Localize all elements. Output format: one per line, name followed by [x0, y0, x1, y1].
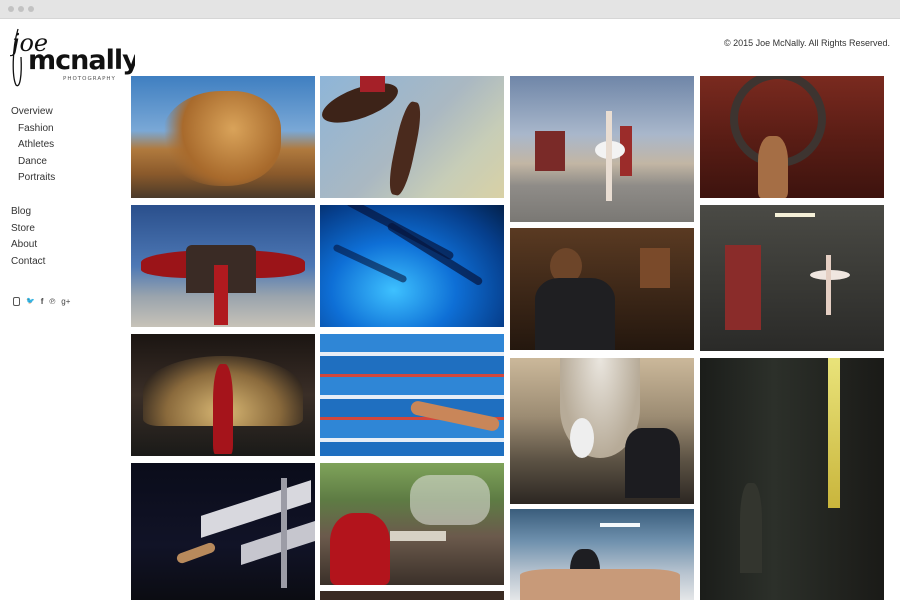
photo-light	[775, 213, 815, 217]
mcnally-logo[interactable]: joe mcnally PHOTOGRAPHY	[10, 27, 135, 89]
photo-tile-runner[interactable]	[320, 76, 504, 198]
photo-tile-red-gown-temple[interactable]	[131, 205, 315, 327]
nav-portraits[interactable]: Portraits	[11, 170, 55, 187]
photo-suit	[535, 278, 615, 350]
logo-tagline: PHOTOGRAPHY	[63, 76, 116, 82]
photo-table	[390, 531, 446, 541]
photo-crowd	[410, 475, 490, 525]
photo-tile-ballerina-red-square[interactable]	[510, 76, 694, 222]
window-dot-icon	[28, 6, 34, 12]
photo-tile-portrait-man[interactable]	[510, 228, 694, 350]
photo-painting	[640, 248, 670, 288]
photo-swimmer	[409, 399, 501, 433]
copyright-text: © 2015 Joe McNally. All Rights Reserved.	[723, 38, 890, 48]
photo-diver	[175, 541, 217, 565]
photo-tile-sauna[interactable]	[510, 509, 694, 600]
photo-tile-egg-building[interactable]	[131, 334, 315, 456]
nav-athletes[interactable]: Athletes	[11, 137, 55, 154]
photo-tile-ballerina-corridor[interactable]	[700, 205, 884, 351]
photo-tile-dominoes[interactable]	[320, 463, 504, 585]
window-dot-icon	[18, 6, 24, 12]
nav-overview[interactable]: Overview	[11, 104, 55, 121]
photo-tile-diving[interactable]	[131, 463, 315, 600]
photo-subject	[161, 91, 281, 186]
photo-figure	[758, 136, 788, 198]
instagram-icon[interactable]	[13, 297, 20, 306]
facebook-icon[interactable]: f	[41, 297, 44, 306]
main-nav: Overview Fashion Athletes Dance Portrait…	[11, 104, 55, 270]
nav-fashion[interactable]: Fashion	[11, 121, 55, 138]
page: joe mcnally PHOTOGRAPHY © 2015 Joe McNal…	[0, 19, 900, 600]
photo-column	[281, 478, 287, 588]
photo-red-dress	[330, 513, 390, 585]
photo-tile-pool-swimmers[interactable]	[320, 334, 504, 456]
photo-window-light	[828, 358, 840, 508]
photo-tile-trumpeter[interactable]	[700, 358, 884, 600]
photo-figure	[213, 364, 233, 454]
photo-ballerina	[606, 111, 612, 201]
photo-figure	[214, 265, 228, 325]
photo-tile-wheel[interactable]	[700, 76, 884, 198]
browser-chrome	[0, 0, 900, 19]
photo-dancer	[570, 418, 594, 458]
photo-swimmer	[332, 243, 408, 284]
photo-people	[625, 428, 680, 498]
twitter-icon[interactable]: 🐦	[26, 297, 35, 306]
nav-dance[interactable]: Dance	[11, 154, 55, 171]
photo-tile-fashion-temple[interactable]	[131, 76, 315, 198]
logo-wordmark: mcnally	[28, 45, 135, 76]
google-plus-icon[interactable]: g+	[61, 297, 70, 306]
social-links: 🐦 f ℗ g+	[13, 297, 70, 306]
pinterest-icon[interactable]: ℗	[49, 297, 55, 306]
photo-doorway	[725, 245, 761, 330]
nav-blog[interactable]: Blog	[11, 204, 55, 221]
photo-platform	[241, 520, 315, 566]
photo-bathers	[520, 569, 680, 600]
photo-light	[600, 523, 640, 527]
photo-runner-bib	[360, 76, 385, 92]
window-dot-icon	[8, 6, 14, 12]
photo-tile-underwater-swimmers[interactable]	[320, 205, 504, 327]
photo-tile-dancer-station[interactable]	[510, 358, 694, 504]
photo-runner-leg	[385, 99, 425, 198]
nav-store[interactable]: Store	[11, 221, 55, 238]
photo-tile-partial[interactable]	[320, 591, 504, 600]
photo-trumpeter	[740, 483, 762, 573]
photo-ballerina	[826, 255, 831, 315]
nav-about[interactable]: About	[11, 237, 55, 254]
photo-cathedral	[535, 131, 565, 171]
nav-contact[interactable]: Contact	[11, 254, 55, 271]
